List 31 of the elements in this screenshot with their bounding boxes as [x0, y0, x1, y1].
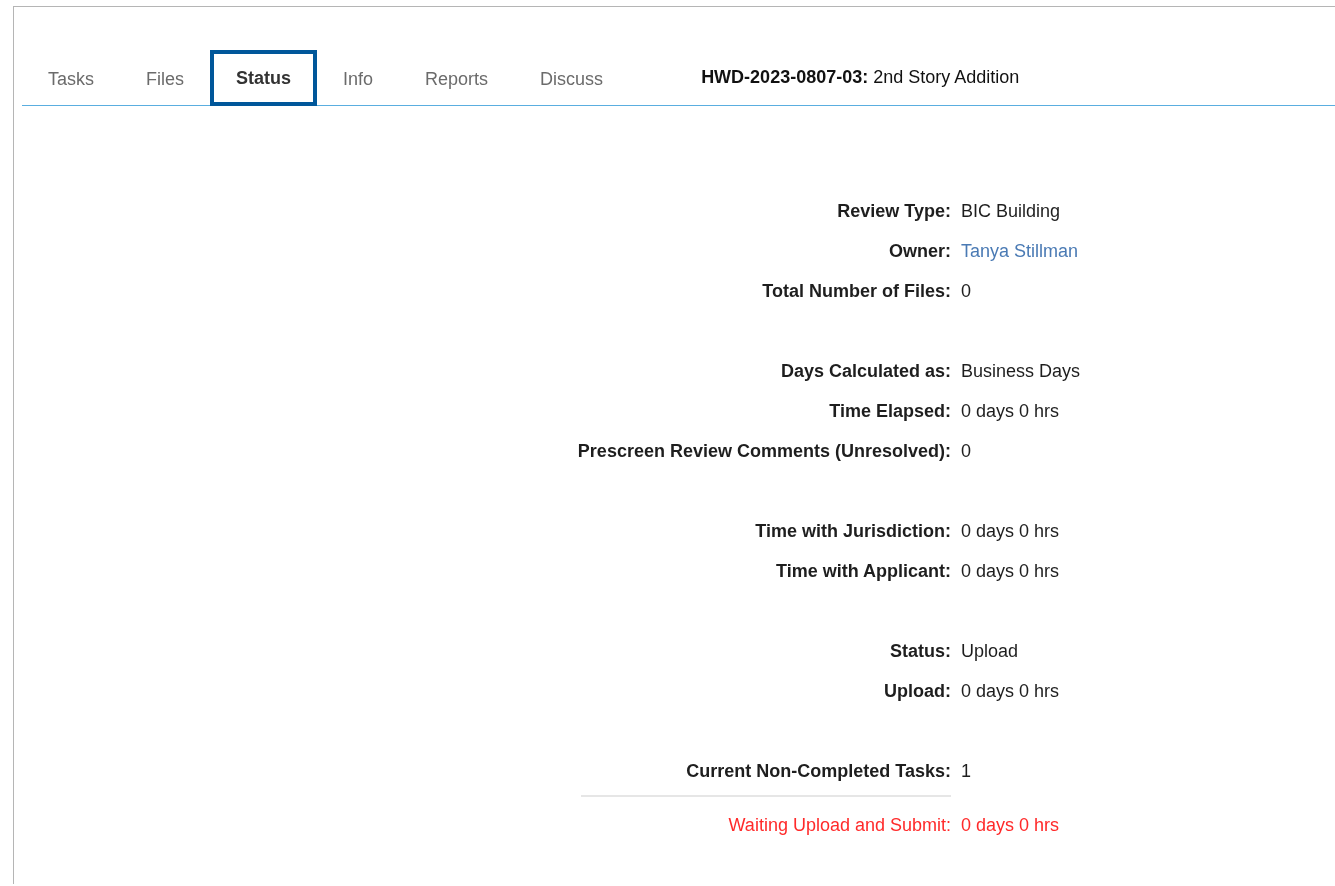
field-value: 0: [961, 440, 971, 463]
field-value: 0 days 0 hrs: [961, 400, 1060, 423]
owner-link[interactable]: Tanya Stillman: [961, 231, 1079, 271]
field-label: Total Number of Files:: [761, 280, 951, 303]
field-label: Waiting Upload and Submit:: [727, 814, 951, 837]
project-title: HWD-2023-0807-03: 2nd Story Addition: [701, 66, 1020, 89]
field-label: Current Non-Completed Tasks:: [685, 760, 951, 783]
field-value: Business Days: [961, 360, 1081, 383]
tab[interactable]: Files: [120, 50, 211, 105]
field-value: 0 days 0 hrs: [961, 520, 1060, 543]
field-value: 0 days 0 hrs: [961, 680, 1060, 703]
field-value: 1: [961, 760, 971, 783]
field-label: Time with Applicant:: [775, 560, 951, 583]
field-label: Review Type:: [836, 200, 951, 223]
field-label: Upload:: [883, 680, 951, 703]
tab[interactable]: Reports: [399, 50, 515, 105]
field-value: 0 days 0 hrs: [961, 560, 1060, 583]
field-label: Time Elapsed:: [828, 400, 951, 423]
field-label: Prescreen Review Comments (Unresolved):: [576, 440, 951, 463]
tab[interactable]: Status: [210, 50, 318, 106]
tab[interactable]: Tasks: [22, 50, 120, 105]
field-value: Upload: [961, 640, 1019, 663]
field-label: Time with Jurisdiction:: [754, 520, 951, 543]
tab[interactable]: Info: [317, 50, 400, 105]
field-label: Days Calculated as:: [779, 360, 951, 383]
field-label: Status:: [889, 640, 951, 663]
field-value: BIC Building: [961, 200, 1061, 223]
field-label: Owner:: [888, 240, 951, 263]
field-value: 0 days 0 hrs: [961, 814, 1060, 837]
field-value: 0: [961, 280, 971, 303]
tab[interactable]: Discuss: [514, 50, 630, 105]
